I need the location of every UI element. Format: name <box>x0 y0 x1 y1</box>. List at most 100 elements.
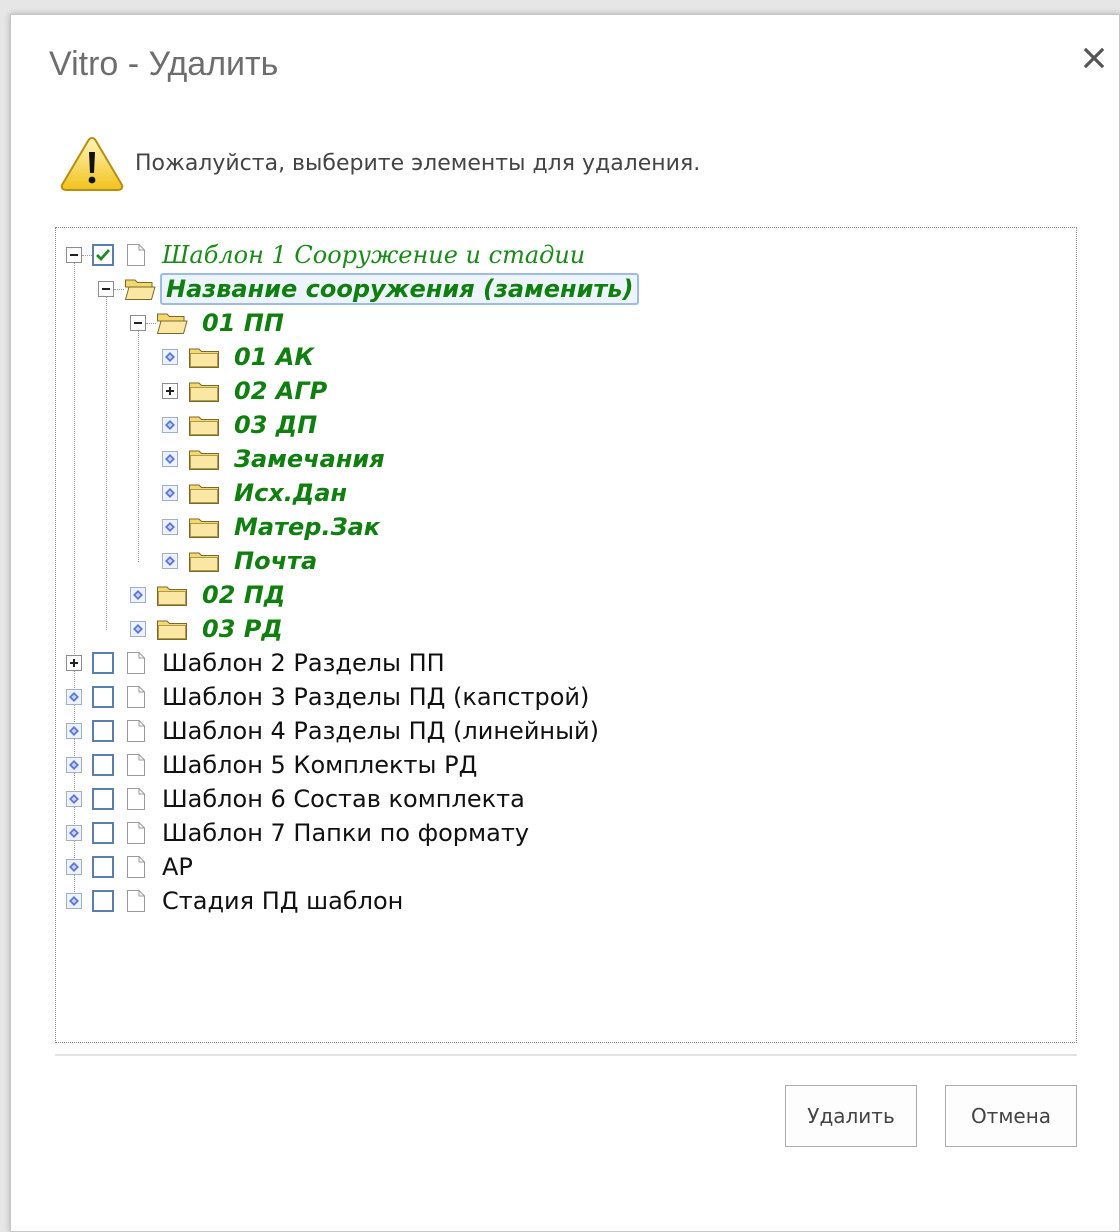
node-checkbox[interactable] <box>92 686 114 708</box>
expand-icon[interactable] <box>162 383 178 399</box>
warning-text: Пожалуйста, выберите элементы для удален… <box>135 150 701 176</box>
collapse-icon[interactable] <box>66 247 82 263</box>
lazy-expand-icon[interactable] <box>66 757 82 773</box>
lazy-expand-icon[interactable] <box>162 553 178 569</box>
cancel-button[interactable]: Отмена <box>945 1085 1077 1147</box>
node-label: 01 АК <box>234 343 314 371</box>
document-icon <box>126 787 146 811</box>
warning-message-row: Пожалуйста, выберите элементы для удален… <box>59 135 700 191</box>
folder-icon <box>156 583 188 607</box>
node-checkbox[interactable] <box>92 890 114 912</box>
node-checkbox[interactable] <box>92 788 114 810</box>
node-checkbox[interactable] <box>92 754 114 776</box>
node-label: Шаблон 7 Папки по формату <box>162 819 530 847</box>
tree-node-pp-child[interactable]: Почта <box>162 544 317 578</box>
node-label: Шаблон 3 Разделы ПД (капстрой) <box>162 683 590 711</box>
document-icon <box>126 821 146 845</box>
lazy-expand-icon[interactable] <box>162 519 178 535</box>
lazy-expand-icon[interactable] <box>66 859 82 875</box>
lazy-expand-icon[interactable] <box>130 587 146 603</box>
document-icon <box>126 685 146 709</box>
footer-divider <box>55 1054 1077 1056</box>
document-icon <box>126 719 146 743</box>
tree-node-template[interactable]: Шаблон 3 Разделы ПД (капстрой) <box>66 680 589 714</box>
folder-icon <box>156 617 188 641</box>
node-label: Матер.Зак <box>234 513 381 541</box>
lazy-expand-icon[interactable] <box>162 349 178 365</box>
node-label: 01 ПП <box>202 309 284 337</box>
node-checkbox[interactable] <box>92 244 114 266</box>
lazy-expand-icon[interactable] <box>162 417 178 433</box>
folder-icon <box>188 379 220 403</box>
tree-node-stage[interactable]: 02 ПД <box>130 578 285 612</box>
tree-node-pp-child[interactable]: Исх.Дан <box>162 476 347 510</box>
folder-icon <box>188 345 220 369</box>
node-label: 03 ДП <box>234 411 318 439</box>
node-label: Исх.Дан <box>234 479 348 507</box>
collapse-icon[interactable] <box>130 315 146 331</box>
delete-dialog: Vitro - Удалить Пожалуйста, выберите эле… <box>10 14 1120 1232</box>
node-label: Почта <box>234 547 318 575</box>
collapse-icon[interactable] <box>98 281 114 297</box>
node-label: Шаблон 5 Комплекты РД <box>162 751 478 779</box>
document-icon <box>126 243 146 267</box>
node-checkbox[interactable] <box>92 720 114 742</box>
tree-node-template[interactable]: Шаблон 2 Разделы ПП <box>66 646 445 680</box>
lazy-expand-icon[interactable] <box>66 689 82 705</box>
tree-node-pp-child[interactable]: 01 АК <box>162 340 314 374</box>
lazy-expand-icon[interactable] <box>66 825 82 841</box>
node-label: АР <box>162 853 193 881</box>
document-icon <box>126 753 146 777</box>
lazy-expand-icon[interactable] <box>66 893 82 909</box>
node-label: 02 АГР <box>234 377 328 405</box>
document-icon <box>126 889 146 913</box>
tree-node-pp-child[interactable]: Замечания <box>162 442 385 476</box>
lazy-expand-icon[interactable] <box>66 791 82 807</box>
tree-node-pp-child[interactable]: 02 АГР <box>162 374 327 408</box>
lazy-expand-icon[interactable] <box>130 621 146 637</box>
lazy-expand-icon[interactable] <box>162 485 178 501</box>
node-label: Замечания <box>234 445 385 473</box>
folder-open-icon <box>124 277 156 301</box>
node-checkbox[interactable] <box>92 856 114 878</box>
document-icon <box>126 651 146 675</box>
lazy-expand-icon[interactable] <box>66 723 82 739</box>
tree-node-stage[interactable]: 03 РД <box>130 612 283 646</box>
warning-icon <box>60 136 124 191</box>
node-label: Стадия ПД шаблон <box>162 887 404 915</box>
node-label: Шаблон 4 Разделы ПД (линейный) <box>162 717 600 745</box>
dialog-title: Vitro - Удалить <box>49 45 279 83</box>
node-checkbox[interactable] <box>92 652 114 674</box>
node-label: 03 РД <box>202 615 283 643</box>
tree-node-template[interactable]: Шаблон 5 Комплекты РД <box>66 748 477 782</box>
folder-open-icon <box>156 311 188 335</box>
tree-node-pp-child[interactable]: 03 ДП <box>162 408 317 442</box>
folder-icon <box>188 481 220 505</box>
node-label: Шаблон 6 Состав комплекта <box>162 785 525 813</box>
tree-node-template-1[interactable]: Шаблон 1 Сооружение и стадии <box>66 238 585 272</box>
delete-button[interactable]: Удалить <box>785 1085 917 1147</box>
expand-icon[interactable] <box>66 655 82 671</box>
node-label: Шаблон 1 Сооружение и стадии <box>162 241 586 269</box>
tree-node-template[interactable]: Шаблон 7 Папки по формату <box>66 816 529 850</box>
folder-icon <box>188 515 220 539</box>
node-label: 02 ПД <box>202 581 286 609</box>
lazy-expand-icon[interactable] <box>162 451 178 467</box>
document-icon <box>126 855 146 879</box>
node-checkbox[interactable] <box>92 822 114 844</box>
tree-node-template[interactable]: Шаблон 6 Состав комплекта <box>66 782 525 816</box>
node-label-selected[interactable]: Название сооружения (заменить) <box>160 273 640 305</box>
tree-node-pp-child[interactable]: Матер.Зак <box>162 510 380 544</box>
folder-icon <box>188 549 220 573</box>
node-label: Шаблон 2 Разделы ПП <box>162 649 445 677</box>
tree-view[interactable]: Шаблон 1 Сооружение и стадии Название со… <box>55 227 1077 1043</box>
tree-node-template[interactable]: Шаблон 4 Разделы ПД (линейный) <box>66 714 599 748</box>
close-icon[interactable] <box>1077 41 1111 75</box>
tree-node-template[interactable]: Стадия ПД шаблон <box>66 884 403 918</box>
folder-icon <box>188 413 220 437</box>
check-icon <box>96 249 111 262</box>
folder-icon <box>188 447 220 471</box>
tree-node-template[interactable]: АР <box>66 850 193 884</box>
tree-node-object[interactable]: Название сооружения (заменить) <box>98 272 640 306</box>
tree-node-stage-pp[interactable]: 01 ПП <box>130 306 284 340</box>
